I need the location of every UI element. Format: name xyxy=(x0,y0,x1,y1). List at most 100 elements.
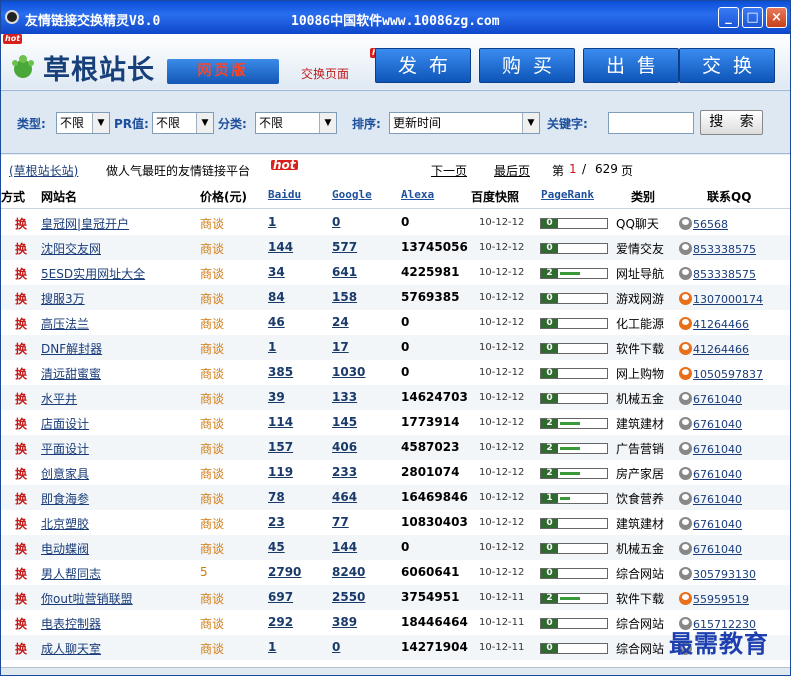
google-count-link[interactable]: 8240 xyxy=(332,565,365,579)
qq-contact-link[interactable]: 55959519 xyxy=(679,592,749,606)
google-count-link[interactable]: 145 xyxy=(332,415,357,429)
google-count-link[interactable]: 464 xyxy=(332,490,357,504)
table-row[interactable]: 换搜服3万 商谈 84 158 5769385 10-12-12 0 游戏网游 13070001… xyxy=(1,285,790,310)
baidu-count-link[interactable]: 119 xyxy=(268,465,293,479)
qq-icon[interactable] xyxy=(679,242,692,255)
header-google[interactable]: Google xyxy=(332,188,372,201)
site-name-link[interactable]: 皇冠网|皇冠开户 xyxy=(41,215,129,232)
search-button[interactable]: 搜 索 xyxy=(700,110,763,135)
maximize-button[interactable]: □ xyxy=(742,7,763,28)
exchange-button[interactable]: 换 xyxy=(15,465,27,482)
google-count-link[interactable]: 158 xyxy=(332,290,357,304)
last-page-link[interactable]: 最后页 xyxy=(494,162,530,179)
site-name-link[interactable]: 水平井 xyxy=(41,390,77,407)
google-count-link[interactable]: 233 xyxy=(332,465,357,479)
baidu-count-link[interactable]: 34 xyxy=(268,265,285,279)
baidu-count-link[interactable]: 1 xyxy=(268,340,276,354)
table-row[interactable]: 换 5ESD实用网址大全 商谈 34 641 4225981 10-12-12 2 网址导航 85… xyxy=(1,260,790,285)
google-count-link[interactable]: 144 xyxy=(332,540,357,554)
baidu-count-link[interactable]: 23 xyxy=(268,515,285,529)
exchange-button[interactable]: 换 xyxy=(15,240,27,257)
exchange-button[interactable]: 换 xyxy=(15,415,27,432)
table-row[interactable]: 换你out啦营销联盟 商谈 697 2550 3754951 10-12-11 2 软件下载 5… xyxy=(1,585,790,610)
table-row[interactable]: 换沈阳交友网 商谈 144 577 13745056 10-12-12 0 爱情交友 85333… xyxy=(1,235,790,260)
qq-contact-link[interactable]: 56568 xyxy=(679,217,728,231)
site-name-link[interactable]: 北京塑胶 xyxy=(41,515,89,532)
exchange-button[interactable]: 换 xyxy=(15,490,27,507)
baidu-count-link[interactable]: 697 xyxy=(268,590,293,604)
qq-number[interactable]: 305793130 xyxy=(693,568,756,581)
chevron-down-icon[interactable]: ▼ xyxy=(522,113,539,133)
qq-number[interactable]: 6761040 xyxy=(693,543,742,556)
exchange-button[interactable]: 换 xyxy=(15,215,27,232)
site-name-link[interactable]: 清远甜蜜蜜 xyxy=(41,365,101,382)
qq-contact-link[interactable]: 305793130 xyxy=(679,567,756,581)
qq-icon[interactable] xyxy=(679,392,692,405)
exchange-button[interactable]: 换 xyxy=(15,290,27,307)
pr-select[interactable]: 不限 ▼ xyxy=(152,112,214,134)
table-row[interactable]: 换电动蝶阀 商谈 45 144 0 10-12-12 0 机械五金 6761040 xyxy=(1,535,790,560)
exchange-button[interactable]: 换 xyxy=(15,615,27,632)
qq-number[interactable]: 55959519 xyxy=(693,593,749,606)
nav-buy-button[interactable]: 购买 xyxy=(479,48,575,83)
qq-contact-link[interactable]: 6761040 xyxy=(679,517,742,531)
site-name-link[interactable]: 5ESD实用网址大全 xyxy=(41,265,145,282)
qq-number[interactable]: 1307000174 xyxy=(693,293,763,306)
baidu-count-link[interactable]: 39 xyxy=(268,390,285,404)
site-name-link[interactable]: 平面设计 xyxy=(41,440,89,457)
baidu-count-link[interactable]: 78 xyxy=(268,490,285,504)
qq-contact-link[interactable]: 6761040 xyxy=(679,417,742,431)
baidu-count-link[interactable]: 292 xyxy=(268,615,293,629)
qq-number[interactable]: 6761040 xyxy=(693,443,742,456)
qq-contact-link[interactable]: 41264466 xyxy=(679,317,749,331)
site-name-link[interactable]: 高压法兰 xyxy=(41,315,89,332)
exchange-button[interactable]: 换 xyxy=(15,440,27,457)
qq-contact-link[interactable]: 1307000174 xyxy=(679,292,763,306)
qq-icon[interactable] xyxy=(679,367,692,380)
table-row[interactable]: 换店面设计 商谈 114 145 1773914 10-12-12 2 建筑建材 6761040 xyxy=(1,410,790,435)
header-alexa[interactable]: Alexa xyxy=(401,188,434,201)
baidu-count-link[interactable]: 46 xyxy=(268,315,285,329)
google-count-link[interactable]: 2550 xyxy=(332,590,365,604)
exchange-button[interactable]: 换 xyxy=(15,340,27,357)
baidu-count-link[interactable]: 114 xyxy=(268,415,293,429)
qq-contact-link[interactable]: 41264466 xyxy=(679,342,749,356)
google-count-link[interactable]: 389 xyxy=(332,615,357,629)
title-bar[interactable]: 友情链接交换精灵V8.0 10086中国软件www.10086zg.com _ … xyxy=(1,1,790,34)
chevron-down-icon[interactable]: ▼ xyxy=(319,113,336,133)
qq-number[interactable]: 853338575 xyxy=(693,268,756,281)
table-row[interactable]: 换创意家具 商谈 119 233 2801074 10-12-12 2 房产家居 6761040 xyxy=(1,460,790,485)
nav-publish-button[interactable]: 发布 xyxy=(375,48,471,83)
table-row[interactable]: 换 DNF解封器 商谈 1 17 0 10-12-12 0 软件下载 41264466 xyxy=(1,335,790,360)
qq-icon[interactable] xyxy=(679,267,692,280)
google-count-link[interactable]: 24 xyxy=(332,315,349,329)
google-count-link[interactable]: 577 xyxy=(332,240,357,254)
site-name-link[interactable]: 电表控制器 xyxy=(41,615,101,632)
baidu-count-link[interactable]: 144 xyxy=(268,240,293,254)
baidu-count-link[interactable]: 385 xyxy=(268,365,293,379)
minimize-button[interactable]: _ xyxy=(718,7,739,28)
site-name-link[interactable]: DNF解封器 xyxy=(41,340,102,357)
table-row[interactable]: 换男人帮同志 5 2790 8240 6060641 10-12-12 0 综合网站 30579… xyxy=(1,560,790,585)
qq-icon[interactable] xyxy=(679,342,692,355)
baidu-count-link[interactable]: 2790 xyxy=(268,565,301,579)
baidu-count-link[interactable]: 1 xyxy=(268,215,276,229)
exchange-button[interactable]: 换 xyxy=(15,640,27,657)
table-row[interactable]: 换高压法兰 商谈 46 24 0 10-12-12 0 化工能源 41264466 xyxy=(1,310,790,335)
baidu-count-link[interactable]: 1 xyxy=(268,640,276,654)
category-select[interactable]: 不限 ▼ xyxy=(255,112,337,134)
table-row[interactable]: 换清远甜蜜蜜 商谈 385 1030 0 10-12-12 0 网上购物 1050597837 xyxy=(1,360,790,385)
exchange-button[interactable]: 换 xyxy=(15,365,27,382)
qq-icon[interactable] xyxy=(679,292,692,305)
qq-contact-link[interactable]: 853338575 xyxy=(679,267,756,281)
qq-contact-link[interactable]: 6761040 xyxy=(679,542,742,556)
qq-contact-link[interactable]: 1050597837 xyxy=(679,367,763,381)
qq-number[interactable]: 41264466 xyxy=(693,343,749,356)
qq-icon[interactable] xyxy=(679,317,692,330)
google-count-link[interactable]: 641 xyxy=(332,265,357,279)
sort-select[interactable]: 更新时间 ▼ xyxy=(389,112,540,134)
google-count-link[interactable]: 0 xyxy=(332,640,340,654)
qq-number[interactable]: 1050597837 xyxy=(693,368,763,381)
qq-contact-link[interactable]: 6761040 xyxy=(679,442,742,456)
chevron-down-icon[interactable]: ▼ xyxy=(196,113,213,133)
